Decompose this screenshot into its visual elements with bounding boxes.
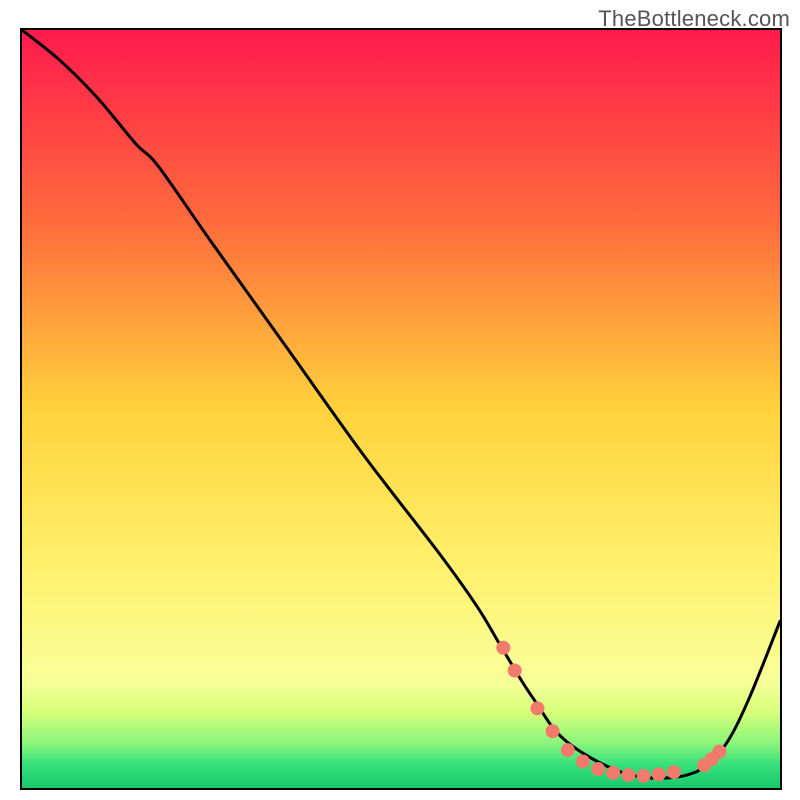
chart-frame: TheBottleneck.com [0, 0, 800, 800]
highlight-dot [546, 724, 560, 738]
plot-area [20, 28, 782, 790]
highlight-dot [591, 762, 605, 776]
highlight-dot [606, 766, 620, 780]
watermark-text: TheBottleneck.com [598, 6, 790, 32]
chart-svg [22, 30, 780, 788]
highlight-dot [637, 769, 651, 783]
highlight-dot [652, 767, 666, 781]
highlight-dot [576, 754, 590, 768]
highlight-dot [561, 743, 575, 757]
highlight-dot [621, 768, 635, 782]
highlight-dot [712, 745, 726, 759]
highlight-dot [667, 765, 681, 779]
highlight-dot [496, 641, 510, 655]
highlight-dot [508, 664, 522, 678]
highlight-dot [530, 701, 544, 715]
